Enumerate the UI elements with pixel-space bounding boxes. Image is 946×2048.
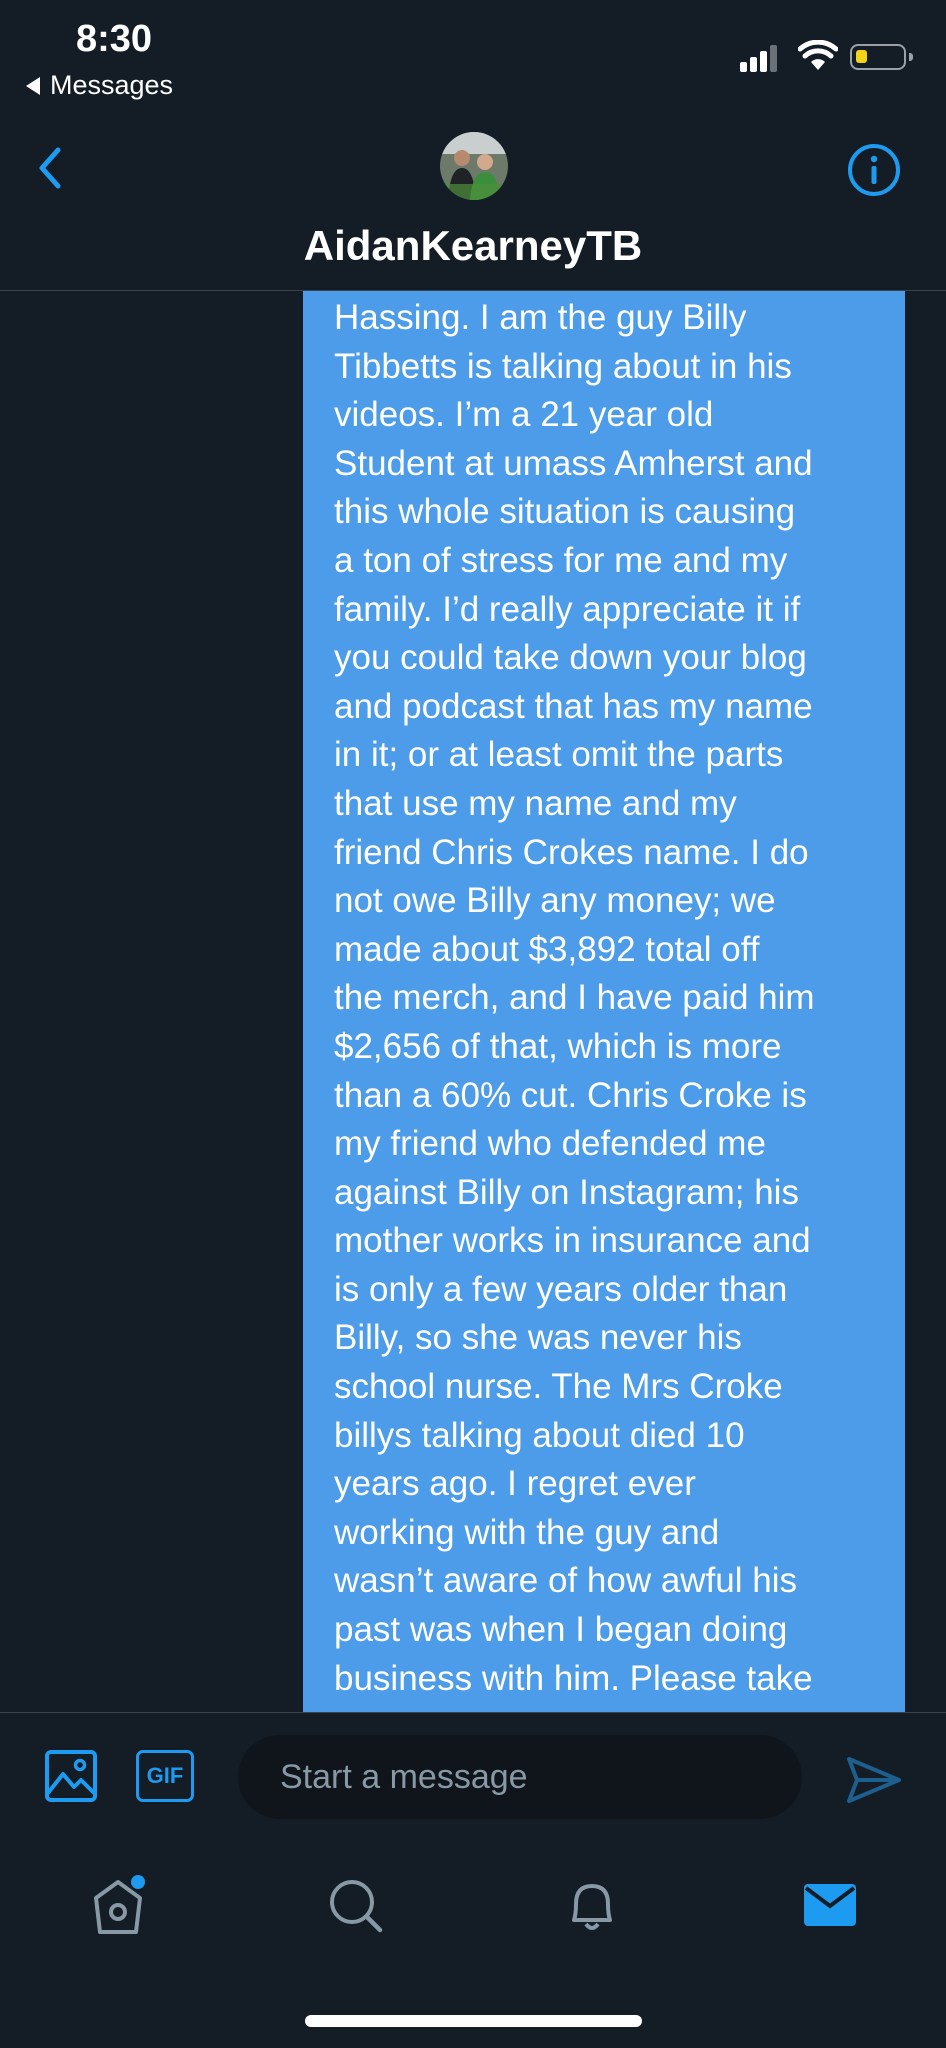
message-text: Hassing. I am the guy Billy Tibbetts is … (334, 298, 815, 1698)
message-composer: GIF Start a message (0, 1712, 946, 1848)
conversation-header: AidanKearneyTB (0, 110, 946, 291)
back-triangle-icon (26, 76, 40, 95)
chevron-left-icon[interactable] (30, 140, 70, 196)
message-input[interactable]: Start a message (238, 1735, 802, 1819)
message-list[interactable]: Hassing. I am the guy Billy Tibbetts is … (0, 291, 946, 1712)
battery-icon (850, 44, 913, 70)
avatar[interactable] (440, 132, 508, 200)
wifi-icon (798, 40, 838, 70)
home-icon[interactable] (88, 1874, 148, 1936)
image-icon[interactable] (44, 1749, 98, 1803)
search-icon[interactable] (326, 1874, 386, 1936)
contact-name[interactable]: AidanKearneyTB (0, 222, 946, 270)
back-app-label: Messages (50, 70, 174, 100)
status-bar: 8:30 Messages (0, 0, 946, 110)
status-time: 8:30 (76, 18, 153, 60)
bell-icon[interactable] (562, 1874, 622, 1936)
info-icon[interactable] (846, 142, 902, 198)
cellular-signal-icon (740, 42, 784, 72)
send-icon[interactable] (846, 1755, 902, 1805)
tab-bar (0, 1848, 946, 2048)
mail-icon[interactable] (800, 1874, 860, 1936)
gif-button[interactable]: GIF (136, 1750, 194, 1802)
sent-message-bubble[interactable]: Hassing. I am the guy Billy Tibbetts is … (303, 291, 905, 1712)
home-indicator (305, 2015, 642, 2027)
back-to-messages-link[interactable]: Messages (26, 70, 173, 101)
